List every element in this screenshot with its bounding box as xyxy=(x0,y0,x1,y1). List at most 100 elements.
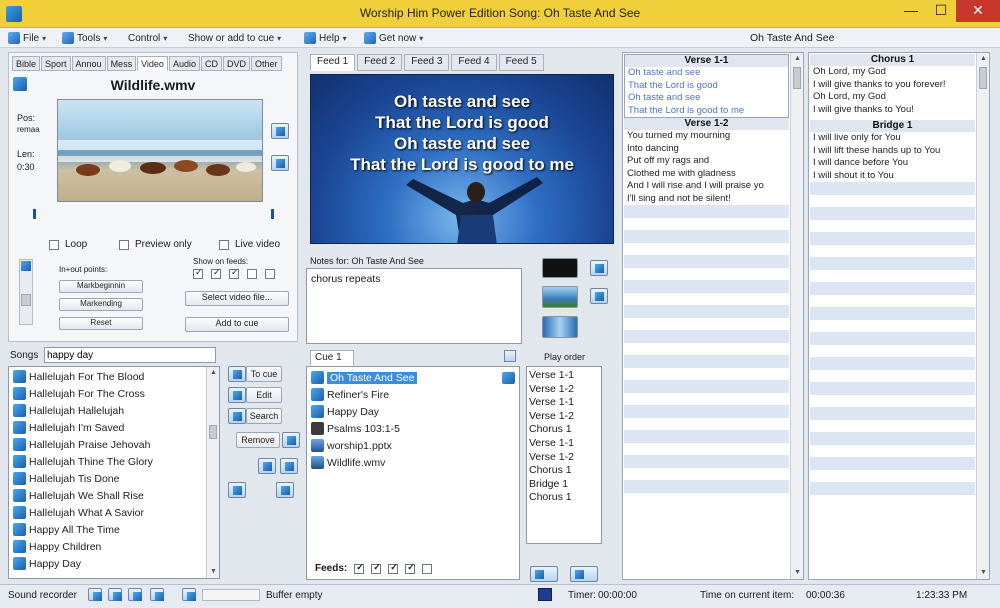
bridge-1-block[interactable]: Bridge 1 I will live only for You I will… xyxy=(810,120,975,182)
feed-5-checkbox[interactable] xyxy=(265,269,275,279)
song-options-icon[interactable] xyxy=(228,482,246,498)
cue-list-item[interactable]: Wildlife.wmv xyxy=(311,454,515,471)
songs-scrollbar[interactable]: ▲ ▼ xyxy=(206,367,219,578)
save-icon[interactable] xyxy=(150,588,164,601)
song-list-item[interactable]: Happy Day xyxy=(13,555,205,572)
tab-feed-2[interactable]: Feed 2 xyxy=(357,54,403,71)
close-button[interactable]: ✕ xyxy=(956,0,1000,22)
scroll-up-icon[interactable]: ▲ xyxy=(977,53,989,65)
cue-feed-5-checkbox[interactable] xyxy=(422,563,433,574)
feed-4-checkbox[interactable] xyxy=(247,269,257,279)
play-order-item[interactable]: Chorus 1 xyxy=(529,491,599,505)
pause-icon[interactable] xyxy=(108,588,122,601)
preview-only-option[interactable]: Preview only xyxy=(119,239,192,250)
video-timeline[interactable] xyxy=(33,209,279,219)
tab-feed-1[interactable]: Feed 1 xyxy=(310,54,356,71)
song-list-item[interactable]: Happy Children xyxy=(13,538,205,555)
play-button[interactable] xyxy=(271,123,289,139)
song-list-item[interactable]: Hallelujah What A Savior xyxy=(13,504,205,521)
song-list-item[interactable]: Hallelujah Tis Done xyxy=(13,470,205,487)
song-list-item[interactable]: Hallelujah For The Blood xyxy=(13,368,205,385)
to-cue-button[interactable]: To cue xyxy=(246,366,282,382)
song-list-item[interactable]: Hallelujah Thine The Glory xyxy=(13,453,205,470)
cue-item-options-icon[interactable] xyxy=(502,371,515,384)
tab-feed-4[interactable]: Feed 4 xyxy=(451,54,497,71)
play-order-item[interactable]: Verse 1-2 xyxy=(529,383,599,397)
remove-icon[interactable] xyxy=(282,432,300,448)
move-down-icon[interactable] xyxy=(280,458,298,474)
lyrics-left-scroll-thumb[interactable] xyxy=(793,67,801,89)
mark-ending-button[interactable]: Markending xyxy=(59,298,143,311)
remove-button[interactable]: Remove xyxy=(236,432,280,448)
volume-thumb[interactable] xyxy=(21,294,31,306)
minimize-button[interactable]: — xyxy=(896,0,926,22)
tab-feed-3[interactable]: Feed 3 xyxy=(404,54,450,71)
loop-option[interactable]: Loop xyxy=(49,239,87,250)
live-video-option[interactable]: Live video xyxy=(219,239,280,250)
timeline-start-marker[interactable] xyxy=(33,209,36,219)
song-list-item[interactable]: Happy All The Time xyxy=(13,521,205,538)
song-list-item[interactable]: Hallelujah We Shall Rise xyxy=(13,487,205,504)
loop-checkbox[interactable] xyxy=(49,239,59,250)
tab-sport[interactable]: Sport xyxy=(41,56,71,71)
maximize-button[interactable]: ☐ xyxy=(926,0,956,22)
stop-icon[interactable] xyxy=(128,588,142,601)
tab-video[interactable]: Video xyxy=(137,56,168,71)
scroll-down-icon[interactable]: ▼ xyxy=(977,567,989,579)
scroll-down-icon[interactable]: ▼ xyxy=(207,566,219,578)
stop-button[interactable] xyxy=(271,155,289,171)
tab-other[interactable]: Other xyxy=(250,56,282,71)
mark-beginning-button[interactable]: Markbeginnin xyxy=(59,280,143,293)
tab-cue-1[interactable]: Cue 1 xyxy=(310,350,354,366)
recorder-settings-icon[interactable] xyxy=(182,588,196,601)
feed-preview[interactable]: Oh taste and see That the Lord is good O… xyxy=(310,74,614,244)
song-list-item[interactable]: Hallelujah I'm Saved xyxy=(13,419,205,436)
volume-slider[interactable] xyxy=(19,259,33,325)
play-order-item[interactable]: Verse 1-1 xyxy=(529,437,599,451)
songs-search-input[interactable] xyxy=(44,347,216,363)
feed-2-checkbox[interactable] xyxy=(211,267,221,279)
play-order-item[interactable]: Verse 1-1 xyxy=(529,369,599,383)
timeline-end-marker[interactable] xyxy=(271,209,274,219)
record-icon[interactable] xyxy=(88,588,102,601)
play-order-item[interactable]: Verse 1-1 xyxy=(529,396,599,410)
tab-bible[interactable]: Bible xyxy=(12,56,41,71)
tab-messages[interactable]: Mess xyxy=(106,56,137,71)
tab-cd[interactable]: CD xyxy=(200,56,222,71)
feed-1-checkbox[interactable] xyxy=(193,267,203,279)
video-preview[interactable] xyxy=(57,99,263,202)
cue-grid-icon[interactable] xyxy=(504,350,516,362)
cue-list-item[interactable]: Refiner's Fire xyxy=(311,386,515,403)
tab-announcements[interactable]: Annou xyxy=(71,56,106,71)
scroll-up-icon[interactable]: ▲ xyxy=(207,367,219,379)
song-list-item[interactable]: Hallelujah For The Cross xyxy=(13,385,205,402)
menu-file[interactable]: File ▾ xyxy=(8,31,46,45)
menu-show-or-add-to-cue[interactable]: Show or add to cue ▾ xyxy=(188,31,281,45)
display-settings-icon[interactable] xyxy=(590,260,608,276)
cue-list-item[interactable]: worship1.pptx xyxy=(311,437,515,454)
chorus-1-block[interactable]: Chorus 1 Oh Lord, my God I will give tha… xyxy=(810,54,975,116)
cue-list-item[interactable]: Oh Taste And See xyxy=(311,369,515,386)
play-order-item[interactable]: Verse 1-2 xyxy=(529,410,599,424)
preview-only-checkbox[interactable] xyxy=(119,239,129,250)
black-screen-button[interactable] xyxy=(542,258,578,278)
cue-feed-4-checkbox[interactable] xyxy=(405,562,416,574)
play-order-item[interactable]: Bridge 1 xyxy=(529,478,599,492)
feed-3-checkbox[interactable] xyxy=(229,267,239,279)
cue-list-item[interactable]: Psalms 103:1-5 xyxy=(311,420,515,437)
songs-scroll-thumb[interactable] xyxy=(209,425,217,439)
background-image-button[interactable] xyxy=(542,286,578,308)
edit-button[interactable]: Edit xyxy=(246,387,282,403)
menu-get-now[interactable]: Get now ▾ xyxy=(364,31,423,45)
lyrics-right-scrollbar[interactable]: ▲ ▼ xyxy=(976,53,989,579)
split-screen-button[interactable] xyxy=(542,316,578,338)
tab-audio[interactable]: Audio xyxy=(168,56,200,71)
move-up-icon[interactable] xyxy=(258,458,276,474)
cue-feed-1-checkbox[interactable] xyxy=(354,562,365,574)
cue-list-item[interactable]: Happy Day xyxy=(311,403,515,420)
notes-textarea[interactable]: chorus repeats xyxy=(306,268,522,344)
search-button[interactable]: Search xyxy=(246,408,282,424)
verse-1-2-block[interactable]: Verse 1-2 You turned my mourning Into da… xyxy=(624,118,789,205)
lyrics-left-scrollbar[interactable]: ▲ ▼ xyxy=(790,53,803,579)
select-video-file-button[interactable]: Select video file... xyxy=(185,291,289,306)
